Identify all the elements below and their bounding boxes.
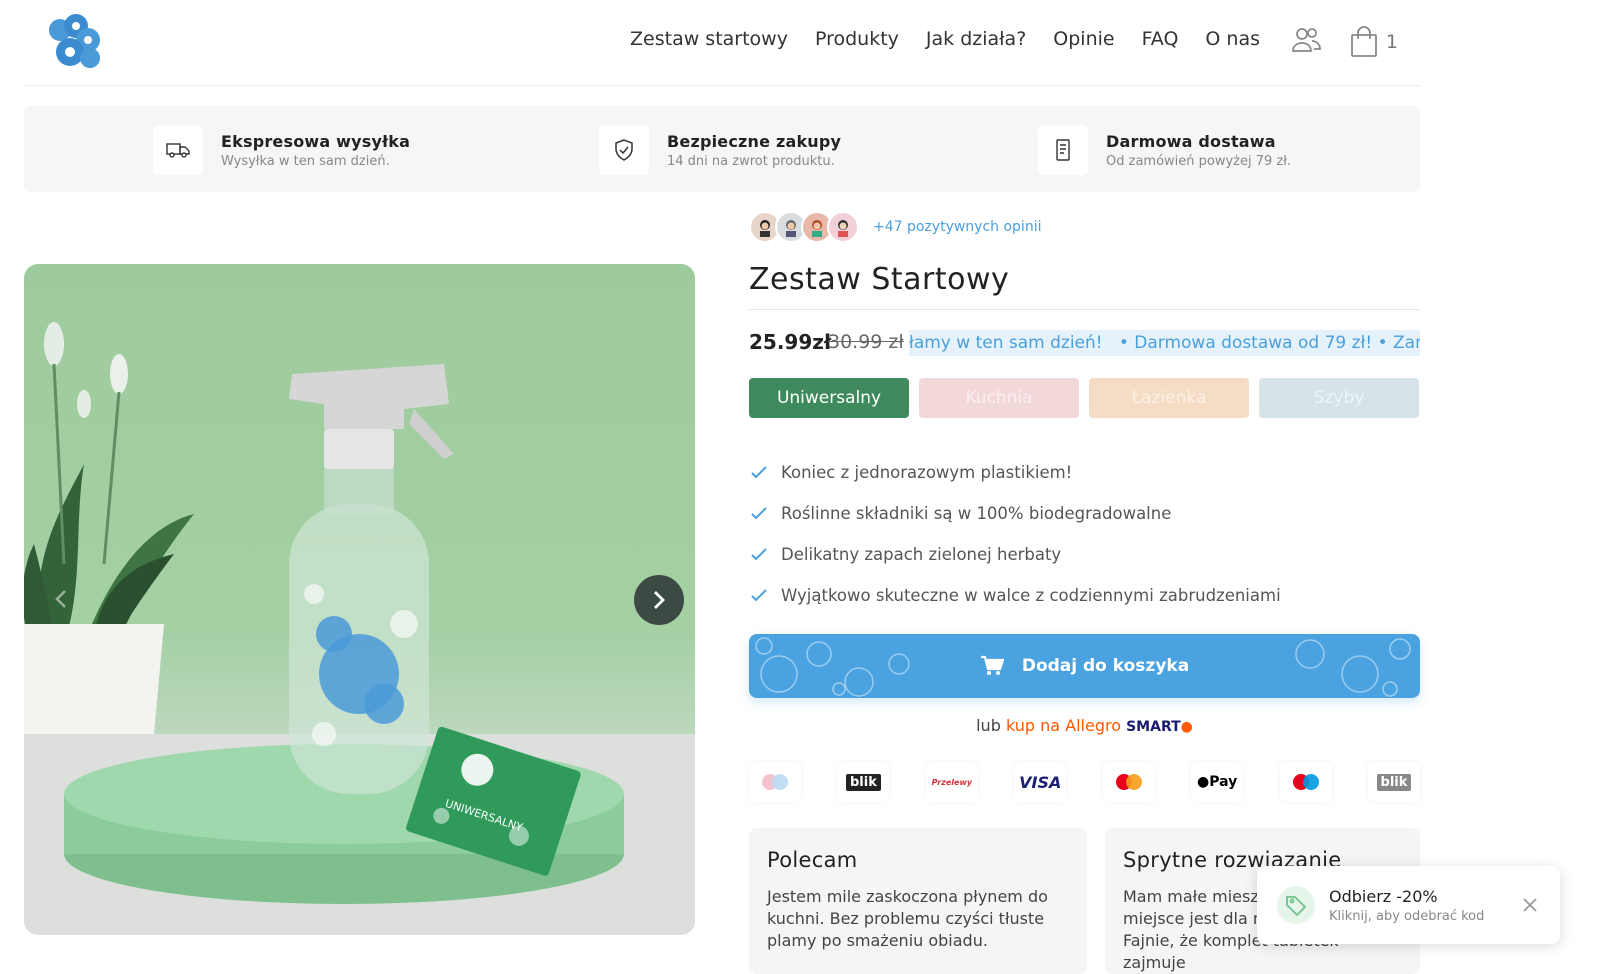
gallery-next-button[interactable] [634, 575, 684, 625]
promo-ticker: łamy w ten sam dzień! • Darmowa dostawa … [909, 330, 1420, 356]
payment-visa-icon: VISA [1014, 762, 1067, 802]
receipt-icon [1038, 125, 1088, 175]
benefit-express-shipping: Ekspresowa wysyłka Wysyłka w ten sam dzi… [153, 125, 410, 175]
variant-kuchnia[interactable]: Kuchnia [919, 378, 1079, 418]
allegro-option: lub kup na Allegro SMART● [749, 716, 1420, 735]
spray-bottle [289, 364, 454, 794]
nav-link-jak-dziala[interactable]: Jak działa? [926, 28, 1026, 50]
white-pot [24, 624, 164, 734]
apple-icon: ● [1196, 774, 1210, 790]
payment-maestro-icon [1279, 762, 1332, 802]
payment-blik-icon: blik [837, 762, 890, 802]
variant-selector: Uniwersalny Kuchnia Łazienka Szyby [749, 378, 1419, 418]
benefits-bar: Ekspresowa wysyłka Wysyłka w ten sam dzi… [24, 106, 1420, 192]
shopping-bag-icon [1351, 26, 1377, 57]
product-gallery[interactable]: UNIWERSALNY [24, 264, 695, 935]
close-icon[interactable] [1520, 895, 1540, 915]
add-to-cart-button[interactable]: Dodaj do koszyka [749, 634, 1420, 698]
benefit-free-delivery: Darmowa dostawa Od zamówień powyżej 79 z… [1038, 125, 1291, 175]
account-icon[interactable] [1290, 24, 1322, 60]
gallery-prev-button[interactable] [46, 584, 76, 614]
product-image: UNIWERSALNY [24, 322, 695, 935]
discount-popup[interactable]: Odbierz -20% Kliknij, aby odebrać kod [1257, 866, 1560, 944]
nav-link-zestaw-startowy[interactable]: Zestaw startowy [630, 28, 788, 50]
avatar [827, 211, 859, 243]
truck-icon [153, 125, 203, 175]
allegro-link[interactable]: kup na Allegro [1006, 716, 1121, 735]
allegro-prefix: lub [976, 716, 1001, 735]
popup-title: Odbierz -20% [1329, 886, 1438, 906]
check-icon [751, 506, 767, 519]
review-title: Polecam [767, 848, 858, 872]
reviewer-avatars [749, 211, 859, 243]
nav-link-faq[interactable]: FAQ [1142, 28, 1179, 50]
feature-text: Wyjątkowo skuteczne w walce z codziennym… [781, 586, 1281, 605]
payment-apple-pay-icon: ●Pay [1191, 762, 1244, 802]
benefit-safe-shopping: Bezpieczne zakupy 14 dni na zwrot produk… [599, 125, 841, 175]
benefit-title: Bezpieczne zakupy [667, 131, 842, 151]
allegro-pin-icon: ● [1180, 719, 1193, 735]
benefit-title: Ekspresowa wysyłka [221, 131, 411, 151]
check-icon [751, 588, 767, 601]
feature-text: Roślinne składniki są w 100% biodegradow… [781, 504, 1172, 523]
payment-maestro-light-icon [749, 762, 801, 802]
check-icon [751, 547, 767, 560]
popup-subtitle: Kliknij, aby odebrać kod [1329, 908, 1485, 924]
product-title: Zestaw Startowy [749, 262, 1010, 297]
shield-check-icon [599, 125, 649, 175]
payment-blik-gray-icon: blik [1367, 762, 1420, 802]
promo-ticker-text: łamy w ten sam dzień! • Darmowa dostawa … [909, 333, 1420, 353]
feature-list: Koniec z jednorazowym plastikiem! Roślin… [749, 452, 1281, 616]
site-header: Zestaw startowy Produkty Jak działa? Opi… [24, 0, 1420, 86]
benefit-subtitle: Wysyłka w ten sam dzień. [221, 153, 390, 169]
variant-lazienka[interactable]: Łazienka [1089, 378, 1249, 418]
benefit-subtitle: Od zamówień powyżej 79 zł. [1106, 153, 1292, 169]
divider [749, 309, 1420, 310]
allegro-smart-label: SMART [1126, 719, 1181, 735]
cart-count: 1 [1385, 31, 1398, 53]
benefit-subtitle: 14 dni na zwrot produktu. [667, 153, 835, 169]
feature-text: Koniec z jednorazowym plastikiem! [781, 463, 1073, 482]
variant-uniwersalny[interactable]: Uniwersalny [749, 378, 909, 418]
main-nav: Zestaw startowy Produkty Jak działa? Opi… [630, 28, 1260, 50]
header-icons: 1 [1290, 24, 1398, 60]
feature-item: Wyjątkowo skuteczne w walce z codziennym… [749, 575, 1281, 616]
cart-icon [980, 655, 1004, 675]
add-to-cart-label: Dodaj do koszyka [1021, 656, 1190, 676]
cart-button[interactable]: 1 [1350, 26, 1398, 58]
feature-text: Delikatny zapach zielonej herbaty [781, 545, 1062, 564]
benefit-title: Darmowa dostawa [1106, 131, 1276, 151]
chevron-right-icon [654, 591, 665, 609]
reviews-summary: +47 pozytywnych opinii [749, 211, 1041, 243]
review-card: Polecam Jestem mile zaskoczona płynem do… [749, 828, 1087, 974]
reviews-link[interactable]: +47 pozytywnych opinii [873, 219, 1041, 235]
chevron-left-icon [55, 590, 66, 608]
product-price: 25.99zł [749, 330, 832, 354]
nav-link-opinie[interactable]: Opinie [1053, 28, 1114, 50]
logo[interactable] [46, 12, 106, 72]
old-price: 30.99 zł [828, 331, 904, 353]
review-text: Jestem mile zaskoczona płynem do kuchni.… [767, 887, 1048, 950]
payment-przelewy-icon: Przelewy [925, 762, 978, 802]
payment-methods: blik Przelewy VISA ●Pay blik [749, 762, 1420, 802]
nav-link-produkty[interactable]: Produkty [815, 28, 899, 50]
payment-mastercard-icon [1102, 762, 1155, 802]
nav-link-o-nas[interactable]: O nas [1205, 28, 1260, 50]
variant-szyby[interactable]: Szyby [1259, 378, 1419, 418]
feature-item: Roślinne składniki są w 100% biodegradow… [749, 493, 1281, 534]
check-icon [751, 465, 767, 478]
price-tag-icon [1277, 886, 1315, 924]
feature-item: Delikatny zapach zielonej herbaty [749, 534, 1281, 575]
feature-item: Koniec z jednorazowym plastikiem! [749, 452, 1281, 493]
